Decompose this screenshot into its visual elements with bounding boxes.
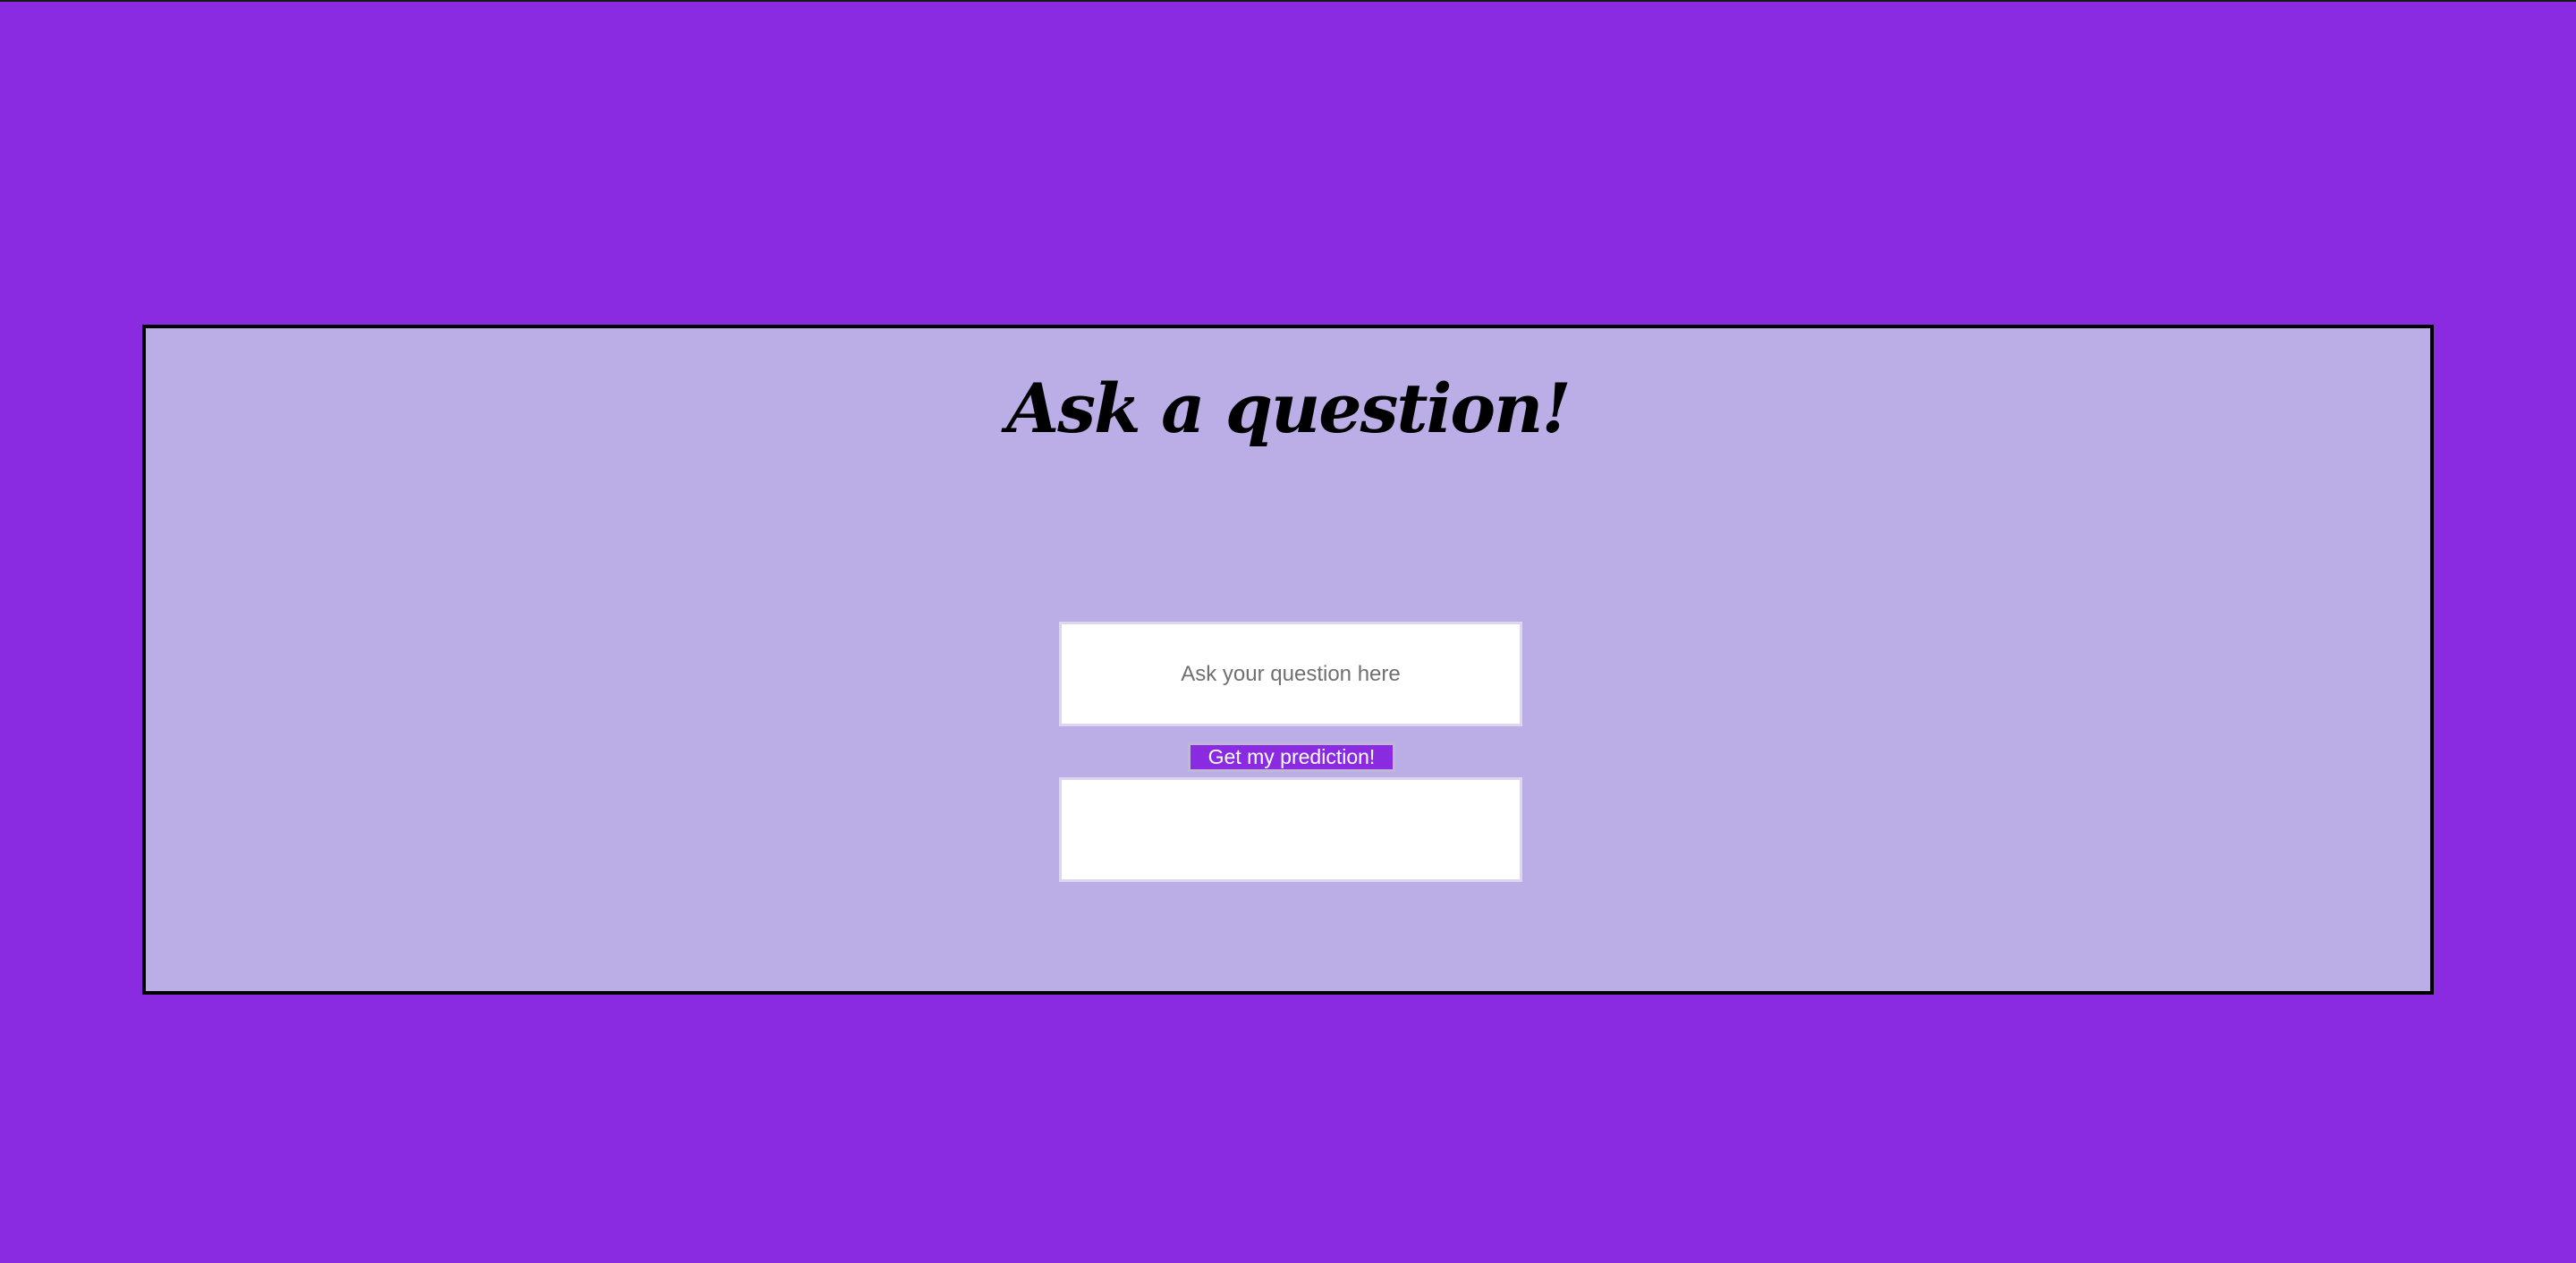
- question-input[interactable]: [1059, 622, 1522, 726]
- main-panel: Ask a question! Get my prediction!: [142, 325, 2434, 995]
- get-prediction-button[interactable]: Get my prediction!: [1188, 742, 1395, 772]
- page-title: Ask a question!: [1006, 369, 1571, 448]
- prediction-output: [1059, 777, 1522, 882]
